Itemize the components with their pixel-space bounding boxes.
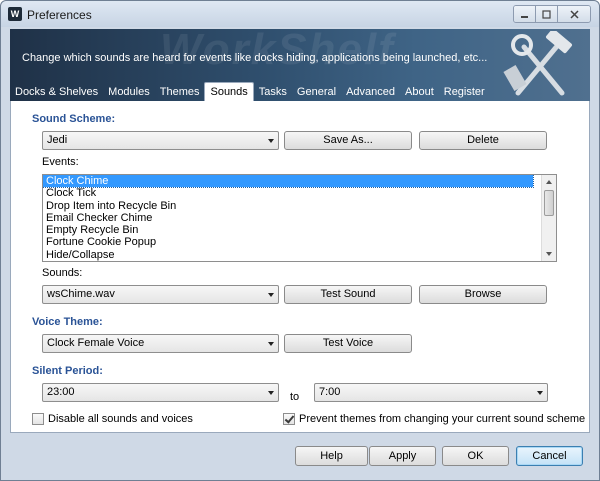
dialog-footer: Help Apply OK Cancel (1, 433, 599, 480)
chevron-down-icon (537, 391, 543, 395)
banner-description: Change which sounds are heard for events… (22, 52, 488, 64)
tab-about[interactable]: About (400, 85, 439, 101)
sound-scheme-value: Jedi (47, 134, 68, 146)
prevent-themes-option[interactable]: Prevent themes from changing your curren… (283, 413, 585, 425)
header-banner: WorkShelf Change which sounds are heard … (10, 29, 590, 101)
events-list[interactable]: Clock Chime Clock Tick Drop Item into Re… (42, 174, 557, 262)
list-item[interactable]: Fortune Cookie Popup (43, 236, 533, 248)
sounds-panel: Sound Scheme: Jedi Save As... Delete Eve… (10, 101, 590, 433)
title-bar[interactable]: W Preferences (1, 1, 599, 27)
test-voice-button[interactable]: Test Voice (284, 334, 412, 353)
tab-themes[interactable]: Themes (155, 85, 205, 101)
silent-from-value: 23:00 (47, 386, 75, 398)
prevent-themes-checkbox[interactable] (283, 413, 295, 425)
window-title: Preferences (27, 8, 92, 22)
window-controls (513, 5, 591, 23)
sound-scheme-select[interactable]: Jedi (42, 131, 279, 150)
silent-to-value: 7:00 (319, 386, 341, 398)
list-item[interactable]: Email Checker Chime (43, 212, 533, 224)
silent-from-select[interactable]: 23:00 (42, 383, 279, 402)
delete-button[interactable]: Delete (419, 131, 547, 150)
list-item[interactable]: Clock Tick (43, 187, 533, 199)
list-item[interactable]: Clock Chime (43, 175, 534, 189)
browse-button[interactable]: Browse (419, 285, 547, 304)
disable-all-option[interactable]: Disable all sounds and voices (32, 413, 193, 425)
silent-to-select[interactable]: 7:00 (314, 383, 548, 402)
tab-tasks[interactable]: Tasks (254, 85, 292, 101)
list-item[interactable]: Drop Item into Recycle Bin (43, 200, 533, 212)
close-icon[interactable] (558, 6, 590, 22)
tab-sounds[interactable]: Sounds (204, 82, 254, 101)
hammer-wrench-tools-icon (503, 31, 572, 96)
list-item[interactable]: Hide/Collapse (43, 249, 533, 261)
voice-theme-heading: Voice Theme: (32, 316, 103, 328)
tab-advanced[interactable]: Advanced (341, 85, 400, 101)
tab-strip: Docks & Shelves Modules Themes Sounds Ta… (10, 82, 490, 101)
ok-button[interactable]: OK (442, 446, 509, 466)
scroll-thumb[interactable] (544, 190, 554, 216)
scroll-down-icon[interactable] (546, 252, 552, 256)
save-as-button[interactable]: Save As... (284, 131, 412, 150)
sound-scheme-heading: Sound Scheme: (32, 113, 116, 125)
sound-file-select[interactable]: wsChime.wav (42, 285, 279, 304)
maximize-icon[interactable] (536, 6, 558, 22)
scroll-up-icon[interactable] (546, 180, 552, 184)
silent-period-heading: Silent Period: (32, 365, 103, 377)
cancel-button[interactable]: Cancel (516, 446, 583, 466)
preferences-window: W Preferences WorkShelf Change which sou… (0, 0, 600, 481)
list-item[interactable]: Empty Recycle Bin (43, 224, 533, 236)
sound-file-value: wsChime.wav (47, 288, 115, 300)
chevron-down-icon (268, 139, 274, 143)
events-scrollbar[interactable] (541, 175, 556, 261)
tab-register[interactable]: Register (439, 85, 490, 101)
disable-all-checkbox[interactable] (32, 413, 44, 425)
tab-general[interactable]: General (292, 85, 341, 101)
events-label: Events: (42, 156, 79, 168)
workshelf-icon: W (8, 7, 22, 21)
chevron-down-icon (268, 342, 274, 346)
apply-button[interactable]: Apply (369, 446, 436, 466)
sounds-label: Sounds: (42, 267, 83, 279)
chevron-down-icon (268, 391, 274, 395)
minimize-icon[interactable] (514, 6, 536, 22)
test-sound-button[interactable]: Test Sound (284, 285, 412, 304)
disable-all-label: Disable all sounds and voices (48, 413, 193, 425)
chevron-down-icon (268, 293, 274, 297)
tab-modules[interactable]: Modules (103, 85, 155, 101)
prevent-themes-label: Prevent themes from changing your curren… (299, 413, 586, 425)
tab-docks-shelves[interactable]: Docks & Shelves (10, 85, 103, 101)
to-label: to (290, 391, 300, 403)
voice-theme-select[interactable]: Clock Female Voice (42, 334, 279, 353)
voice-theme-value: Clock Female Voice (47, 337, 145, 349)
help-button[interactable]: Help (295, 446, 368, 466)
